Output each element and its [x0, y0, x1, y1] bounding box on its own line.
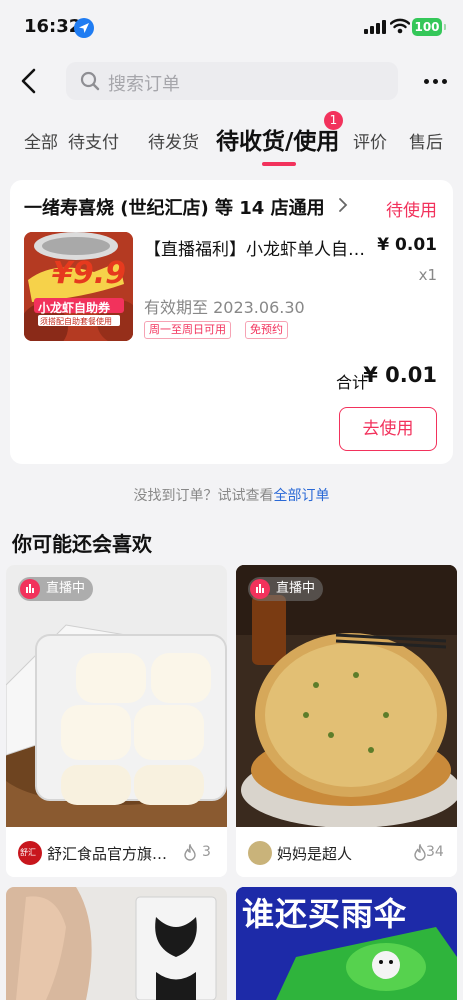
tab-pending-payment[interactable]: 待支付 — [68, 128, 119, 153]
status-time: 16:32 — [24, 16, 82, 37]
like-count: 3 — [202, 844, 211, 860]
store-name[interactable]: 舒汇食品官方旗舰店 — [47, 843, 172, 864]
product-card[interactable]: 直播中 舒汇 舒汇食品官方旗舰店 3 — [6, 565, 227, 877]
store-name[interactable]: 妈妈是超人 — [277, 843, 402, 864]
product-card-image[interactable]: 直播中 — [236, 565, 457, 827]
tag-weekday: 周一至周日可用 — [144, 321, 231, 339]
search-icon — [80, 71, 100, 91]
live-badge: 直播中 — [248, 577, 324, 601]
live-icon — [20, 579, 40, 599]
live-icon — [250, 579, 270, 599]
not-found-text: 没找到订单？试试查看 — [133, 488, 274, 504]
live-badge-label: 直播中 — [276, 581, 316, 596]
search-input[interactable]: 搜索订单 — [66, 62, 398, 100]
cellular-signal-icon — [364, 20, 386, 34]
product-image-banner: 小龙虾自助券 — [38, 301, 111, 315]
product-card-footer: 妈妈是超人 34 — [236, 827, 457, 877]
battery-indicator: 100 — [412, 18, 446, 36]
product-card[interactable]: 谁还买雨伞 — [236, 887, 457, 1000]
product-image[interactable]: ¥9.9 小龙虾自助券 须搭配自助套餐使用 — [24, 232, 133, 341]
product-card-image[interactable]: 谁还买雨伞 — [236, 887, 457, 1000]
tab-pending-receipt-use[interactable]: 待收货/使用 — [216, 122, 339, 156]
product-image-subtext: 须搭配自助套餐使用 — [40, 317, 112, 326]
order-status: 待使用 — [386, 201, 437, 221]
wifi-icon — [389, 18, 411, 38]
store-avatar[interactable] — [248, 841, 272, 865]
active-tab-indicator — [262, 162, 296, 166]
tab-after-sales[interactable]: 售后 — [409, 128, 443, 153]
recommend-title: 你可能还会喜欢 — [12, 532, 152, 556]
tab-pending-shipment[interactable]: 待发货 — [148, 128, 199, 153]
store-avatar[interactable]: 舒汇 — [18, 841, 42, 865]
order-tabs: 全部 待支付 待发货 待收货/使用 评价 售后 — [0, 116, 463, 166]
tab-count-badge: 1 — [324, 111, 343, 130]
tab-reviews[interactable]: 评价 — [353, 128, 387, 153]
live-badge: 直播中 — [18, 577, 94, 601]
product-card[interactable]: 直播中 妈妈是超人 34 — [236, 565, 457, 877]
like-count: 34 — [426, 844, 444, 860]
use-button[interactable]: 去使用 — [339, 407, 437, 451]
chevron-left-icon — [21, 68, 36, 94]
not-found-hint: 没找到订单？试试查看全部订单 — [0, 485, 463, 505]
chevron-right-icon[interactable] — [338, 197, 348, 213]
product-price: ¥ 0.01 — [377, 235, 437, 255]
more-options-button[interactable] — [418, 68, 452, 94]
tag-no-reservation: 免预约 — [245, 321, 288, 339]
product-card-image[interactable]: 直播中 — [6, 565, 227, 827]
product-card[interactable] — [6, 887, 227, 1000]
search-placeholder: 搜索订单 — [108, 74, 180, 95]
tab-all[interactable]: 全部 — [24, 128, 58, 153]
order-card[interactable]: 一绪寿喜烧 (世纪汇店) 等 14 店通用 待使用 ¥9.9 小龙虾自助券 须搭… — [10, 180, 453, 464]
status-bar: 16:32 100 — [0, 0, 463, 50]
store-avatar-logo: 舒汇 — [20, 848, 36, 857]
shop-name[interactable]: 一绪寿喜烧 (世纪汇店) 等 14 店通用 — [24, 194, 325, 220]
flame-icon — [184, 844, 196, 861]
total-amount: ¥ 0.01 — [363, 363, 437, 387]
product-title[interactable]: 【直播福利】小龙虾单人自助券 — [144, 235, 366, 260]
location-arrow-icon — [74, 18, 94, 38]
product-quantity: x1 — [418, 266, 437, 284]
all-orders-link[interactable]: 全部订单 — [274, 488, 330, 504]
back-button[interactable] — [14, 64, 44, 98]
product-image-price: ¥9.9 — [52, 256, 127, 291]
live-badge-label: 直播中 — [46, 581, 86, 596]
product-card-headline: 谁还买雨伞 — [242, 895, 408, 933]
product-card-image[interactable] — [6, 887, 227, 1000]
validity-date: 有效期至 2023.06.30 — [144, 298, 305, 317]
product-card-footer: 舒汇 舒汇食品官方旗舰店 3 — [6, 827, 227, 877]
